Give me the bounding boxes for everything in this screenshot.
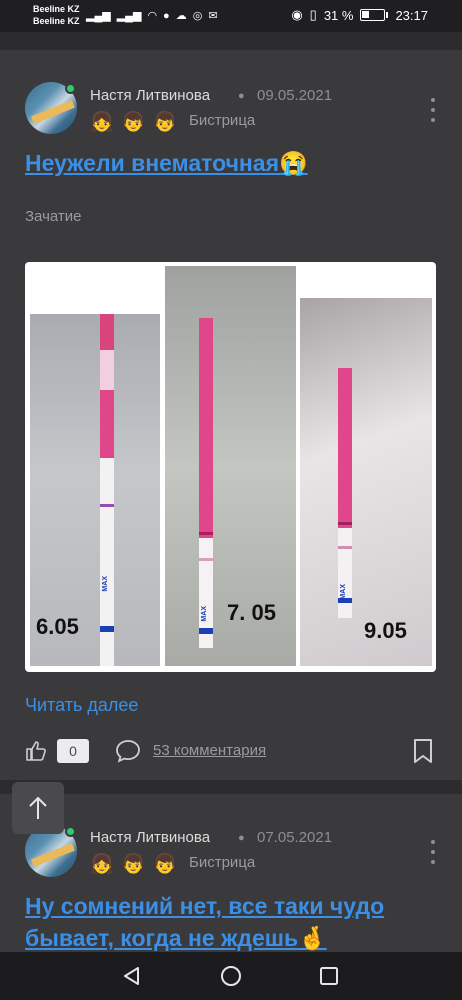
arrow-up-icon [29, 796, 47, 819]
wifi-icon: ◠ [147, 10, 158, 22]
clock: 23:17 [395, 7, 428, 23]
bookmark-icon[interactable] [412, 738, 434, 764]
recents-button[interactable] [315, 962, 343, 990]
status-bar: Beeline KZ Beeline KZ ▂▄▆ ▂▄▆ ◠ ● ☁ ◎ ✉ … [0, 0, 462, 32]
status-icons-left: ▂▄▆ ▂▄▆ ◠ ● ☁ ◎ ✉ [86, 9, 218, 23]
post-title[interactable]: Неужели внематочная😭 [25, 147, 308, 179]
recents-square-icon [320, 967, 338, 985]
test-photo-2: MAX 7. 05 [165, 266, 296, 666]
girl-icon: 👧 [90, 112, 114, 133]
boy-icon: 👦 [153, 112, 178, 133]
home-circle-icon [221, 966, 241, 986]
test-photo-1: MAX 6.05 [30, 314, 160, 666]
instagram-icon: ◎ [192, 10, 203, 22]
kebab-menu-icon[interactable] [423, 98, 443, 122]
post-card: Настя Литвинова ● 07.05.2021 👧 👦 👦 Бистр… [0, 794, 462, 952]
scroll-to-top-button[interactable] [12, 782, 64, 834]
system-nav-bar [0, 952, 462, 1000]
thumbs-up-icon[interactable] [25, 739, 49, 763]
post-card: Настя Литвинова ● 09.05.2021 👧 👦 👦 Бистр… [0, 50, 462, 780]
carrier-labels: Beeline KZ Beeline KZ [33, 3, 80, 27]
home-button[interactable] [217, 962, 245, 990]
post-date: 09.05.2021 [257, 87, 333, 104]
online-indicator [65, 826, 76, 837]
boy-icon: 👦 [153, 854, 178, 875]
children-icons: 👧 👦 👦 [90, 852, 177, 876]
eye-icon: ◉ [291, 7, 303, 22]
comments-link[interactable]: 53 комментария [153, 742, 266, 759]
author-name[interactable]: Настя Литвинова [90, 829, 210, 846]
author-city: Бистрица [189, 854, 256, 871]
photo-date-label: 6.05 [36, 614, 79, 639]
separator-dot: ● [238, 832, 245, 844]
notification-icon: ● [163, 9, 170, 22]
carrier-1: Beeline KZ [33, 4, 80, 14]
strip-max-label: MAX [201, 606, 208, 622]
comment-icon[interactable] [115, 738, 141, 764]
strip-max-label: MAX [340, 584, 347, 600]
back-triangle-icon [124, 967, 139, 985]
signal-icon-2: ▂▄▆ [116, 10, 142, 22]
read-more-link[interactable]: Читать далее [25, 695, 138, 716]
feed[interactable]: Настя Литвинова ● 09.05.2021 👧 👦 👦 Бистр… [0, 32, 462, 952]
girl-icon: 👧 [90, 854, 114, 875]
post-date: 07.05.2021 [257, 829, 333, 846]
photo-date-label: 7. 05 [227, 600, 276, 625]
online-indicator [65, 83, 76, 94]
author-name[interactable]: Настя Литвинова [90, 87, 210, 104]
mail-icon: ✉ [208, 10, 218, 22]
signal-icon: ▂▄▆ [86, 10, 111, 22]
post-image[interactable]: MAX 6.05 MAX 7. 05 MAX 9.05 [25, 262, 436, 672]
kebab-menu-icon[interactable] [423, 840, 443, 864]
children-icons: 👧 👦 👦 [90, 110, 177, 134]
post-category[interactable]: Зачатие [25, 208, 82, 225]
like-count: 0 [57, 739, 89, 763]
battery-icon [360, 9, 386, 21]
back-button[interactable] [118, 962, 146, 990]
separator-dot: ● [238, 90, 245, 102]
battery-percent: 31 % [323, 7, 354, 23]
photo-date-label: 9.05 [364, 618, 407, 643]
battery-tip [386, 12, 389, 18]
strip-max-label: MAX [102, 576, 109, 592]
status-icons-right: ◉ ▯ 31 % 23:17 [291, 7, 428, 23]
carrier-2: Beeline KZ [33, 16, 80, 26]
author-city: Бистрица [189, 112, 256, 129]
test-photo-3: MAX 9.05 [300, 298, 432, 666]
boy-icon: 👦 [121, 112, 146, 133]
cloud-icon: ☁ [175, 10, 187, 22]
vibrate-icon: ▯ [309, 7, 317, 22]
post-actions: 0 53 комментария [25, 738, 436, 768]
post-title[interactable]: Ну сомнений нет, все таки чудо бывает, к… [25, 890, 440, 952]
boy-icon: 👦 [121, 854, 146, 875]
